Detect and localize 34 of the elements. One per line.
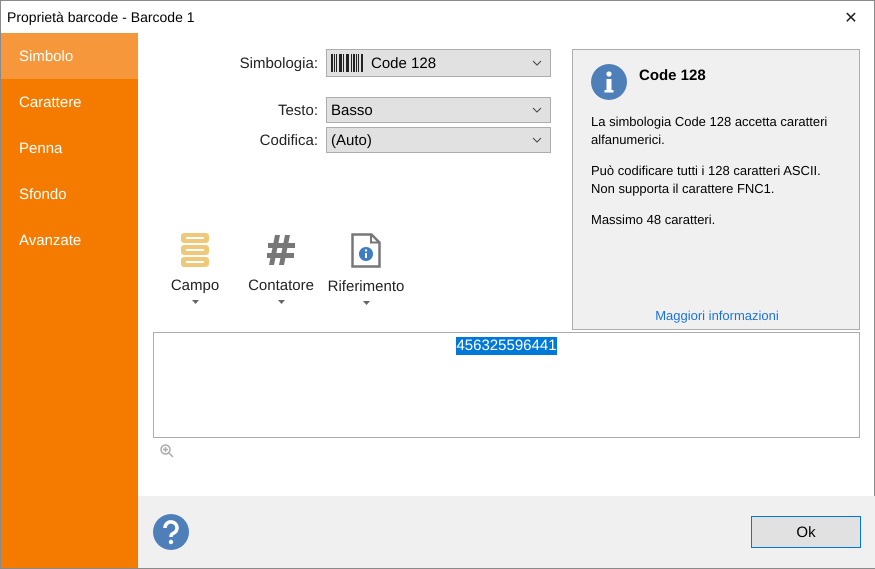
window-title: Proprietà barcode - Barcode 1 [7,9,195,25]
database-icon [181,233,209,267]
close-button[interactable]: ✕ [828,1,874,33]
toolbar-button[interactable]: Riferimento [325,233,407,305]
chevron-icon [532,60,542,66]
dropdown[interactable]: Basso [326,97,551,123]
text-editor[interactable]: 456325596441 [153,332,860,438]
info-text: Non supporta il carattere FNC1. [591,181,776,196]
caret-icon [192,300,198,304]
info-text: La simbologia Code 128 accetta caratteri [591,114,828,129]
toolbar-button[interactable]: Contatore [237,233,325,305]
toolbar-button[interactable]: Campo [153,233,237,305]
field-label: Simbologia: [238,54,318,72]
help-icon[interactable] [153,514,189,550]
field-label: Testo: [276,102,318,118]
dropdown[interactable]: Code 128 [326,49,551,77]
more-info-link[interactable]: Maggiori informazioni [655,308,779,323]
document-info-icon [351,233,381,268]
info-title: Code 128 [639,67,706,84]
caret-icon [278,300,284,304]
info-text: Può codificare tutti i 128 caratteri ASCII. [591,163,822,178]
caret-icon [362,301,370,305]
info-icon [591,64,627,100]
field-label: Codifica: [258,132,318,148]
chevron-icon [532,137,542,143]
info-text: Massimo 48 caratteri. [591,212,716,227]
barcode-icon [331,54,363,72]
dropdown[interactable]: (Auto) [326,127,551,153]
info-text: alfanumerici. [591,132,666,147]
ok-button[interactable]: Ok [751,516,861,548]
zoom-in-icon[interactable] [160,444,174,458]
hash-icon [266,233,296,267]
chevron-icon [532,107,542,113]
editor-text: 456325596441 [456,337,557,355]
